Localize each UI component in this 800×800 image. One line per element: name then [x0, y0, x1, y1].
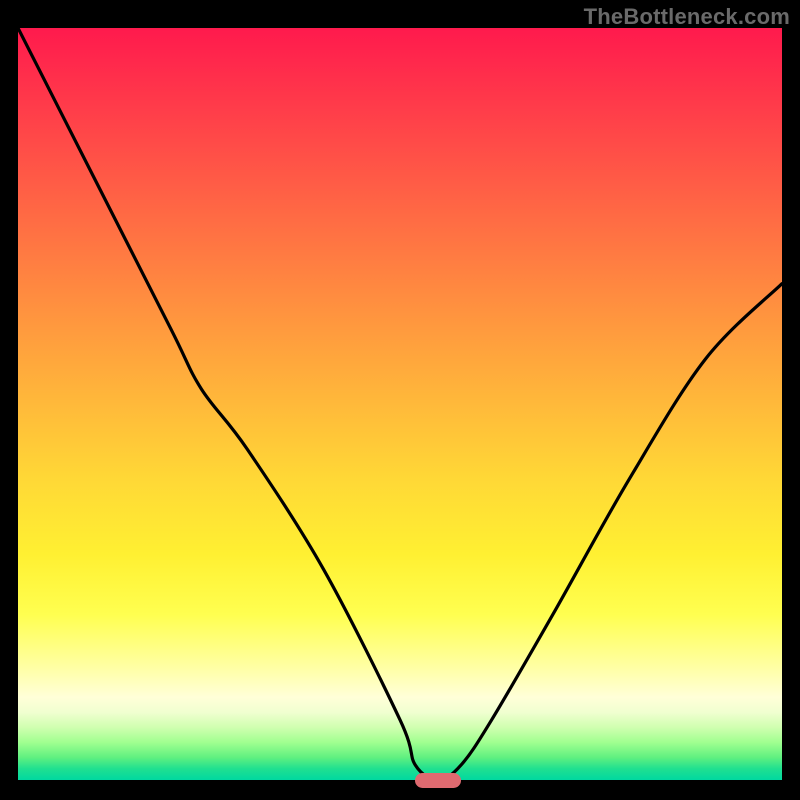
plot-area	[18, 28, 782, 780]
chart-frame: TheBottleneck.com	[0, 0, 800, 800]
optimum-marker	[415, 773, 461, 788]
watermark-text: TheBottleneck.com	[584, 4, 790, 30]
bottleneck-curve	[18, 28, 782, 780]
